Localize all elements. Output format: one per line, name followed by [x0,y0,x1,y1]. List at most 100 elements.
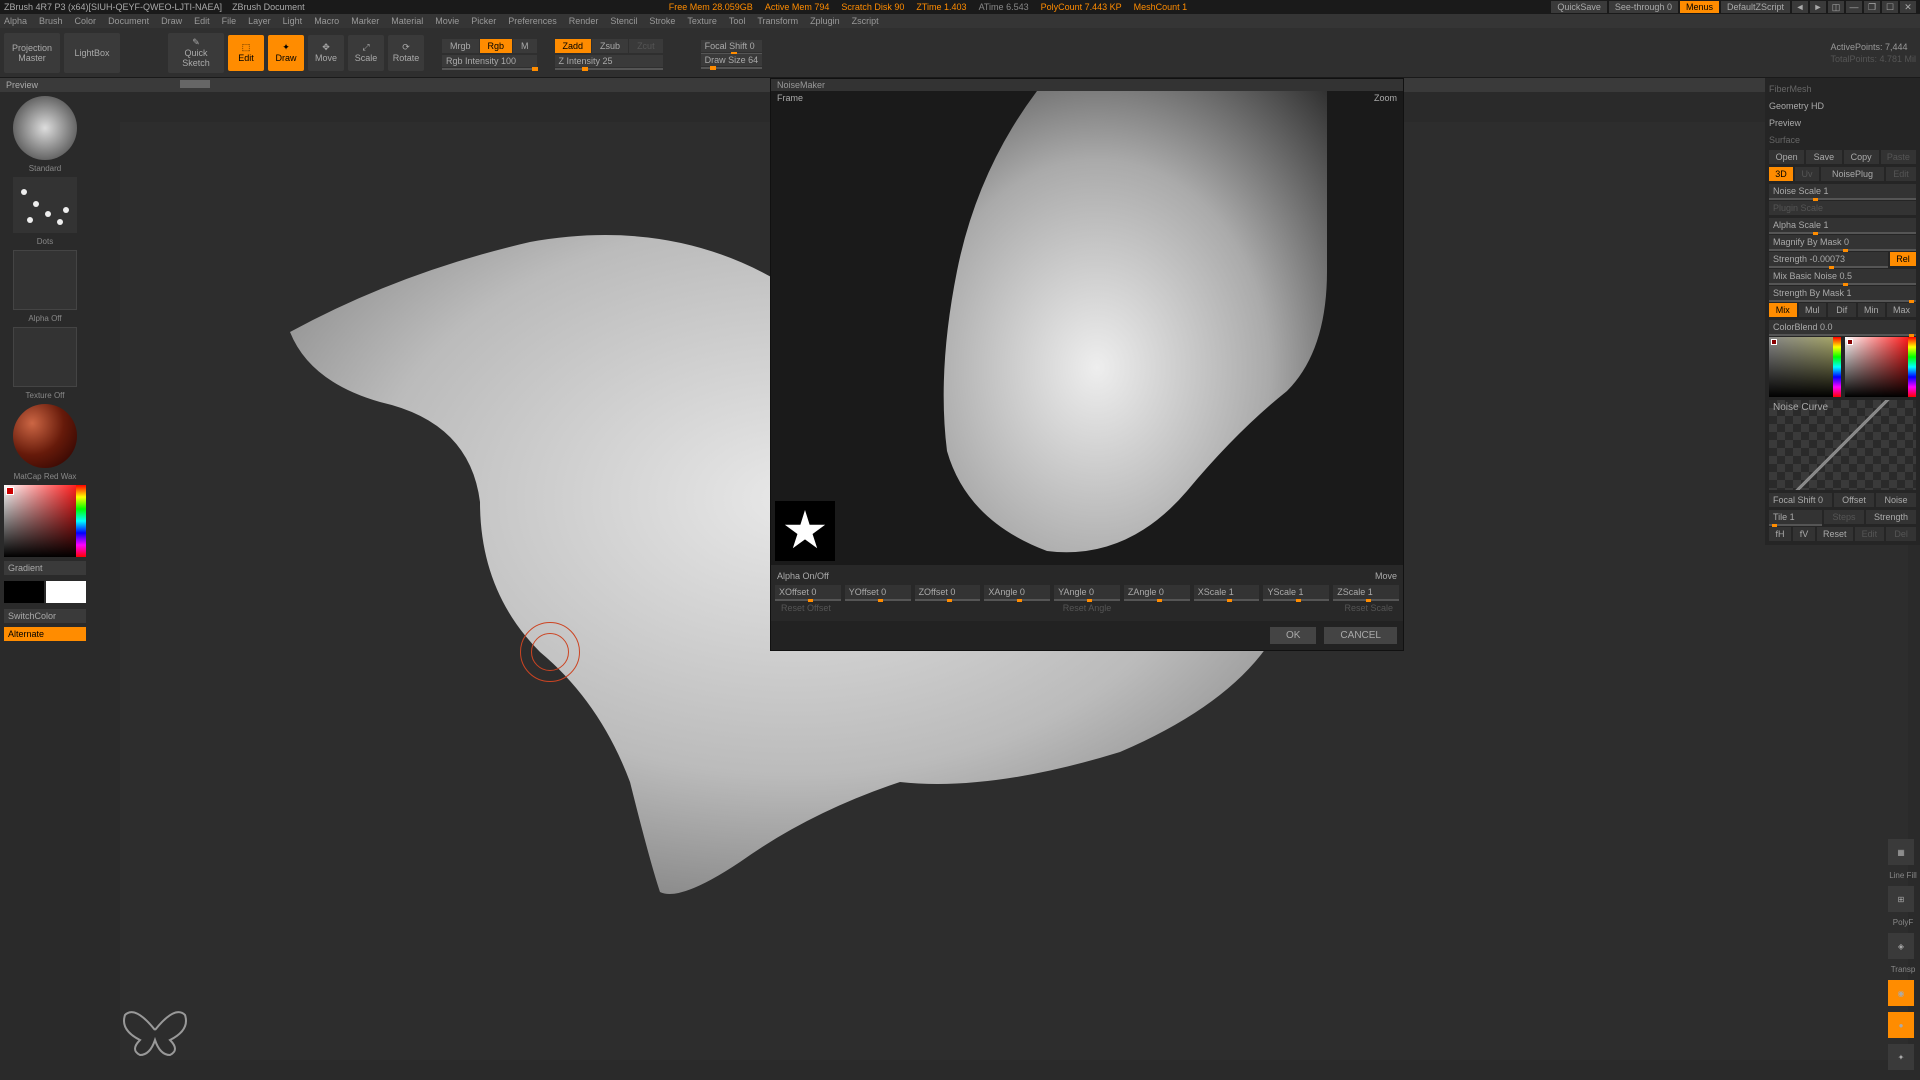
m-button[interactable]: M [513,39,537,53]
close-icon[interactable]: ✕ [1900,1,1916,13]
minimize-icon[interactable]: — [1846,1,1862,13]
menu-zplugin[interactable]: Zplugin [810,16,840,26]
edit-button-2[interactable]: Edit [1855,527,1885,541]
colorblend-slider[interactable]: ColorBlend 0.0 [1769,320,1916,334]
noise-scale-slider[interactable]: Noise Scale 1 [1769,184,1916,198]
draw-mode-button[interactable]: ✦ Draw [268,35,304,71]
color-picker-b[interactable] [1845,337,1917,397]
mix-button[interactable]: Mix [1769,303,1797,317]
tile-slider[interactable]: Tile 1 [1769,510,1822,524]
min-button[interactable]: Min [1858,303,1886,317]
yoffset-slider[interactable]: YOffset 0 [845,585,911,599]
menu-material[interactable]: Material [391,16,423,26]
split-icon[interactable]: ◫ [1828,1,1844,13]
rotate-mode-button[interactable]: ⟳ Rotate [388,35,424,71]
max-button[interactable]: Max [1887,303,1916,317]
gradient-button[interactable]: Gradient [4,561,86,575]
polyf-button[interactable]: ⊞ [1888,886,1914,912]
menu-macro[interactable]: Macro [314,16,339,26]
geometryhd-section[interactable]: Geometry HD [1769,99,1916,113]
steps-button[interactable]: Steps [1824,510,1864,524]
zadd-button[interactable]: Zadd [555,39,592,53]
menu-alpha[interactable]: Alpha [4,16,27,26]
plugin-scale-slider[interactable]: Plugin Scale [1769,201,1916,215]
menu-edit[interactable]: Edit [194,16,210,26]
menu-movie[interactable]: Movie [435,16,459,26]
mrgb-button[interactable]: Mrgb [442,39,479,53]
menu-file[interactable]: File [222,16,237,26]
stroke-thumbnail[interactable] [13,177,77,233]
menu-draw[interactable]: Draw [161,16,182,26]
fh-button[interactable]: fH [1769,527,1791,541]
cancel-button[interactable]: CANCEL [1324,627,1397,644]
xangle-slider[interactable]: XAngle 0 [984,585,1050,599]
ghost-button[interactable]: ◉ [1888,980,1914,1006]
alpha-preview-thumb[interactable] [775,501,835,561]
reset-scale-button[interactable]: Reset Scale [1194,601,1399,615]
menu-transform[interactable]: Transform [757,16,798,26]
alpha-scale-slider[interactable]: Alpha Scale 1 [1769,218,1916,232]
edit-mode-button[interactable]: ⬚ Edit [228,35,264,71]
menu-brush[interactable]: Brush [39,16,63,26]
zcut-button[interactable]: Zcut [629,39,663,53]
xscale-slider[interactable]: XScale 1 [1194,585,1260,599]
reset-angle-button[interactable]: Reset Angle [984,601,1189,615]
menus-button[interactable]: Menus [1680,1,1719,13]
copy-button[interactable]: Copy [1844,150,1879,164]
del-button[interactable]: Del [1886,527,1916,541]
menu-stencil[interactable]: Stencil [610,16,637,26]
reset-button[interactable]: Reset [1817,527,1853,541]
menu-render[interactable]: Render [569,16,599,26]
preview-section[interactable]: Preview [1769,116,1916,130]
rgb-intensity-slider[interactable]: Rgb Intensity 100 [442,55,537,67]
menu-preferences[interactable]: Preferences [508,16,557,26]
material-thumbnail[interactable] [13,404,77,468]
yscale-slider[interactable]: YScale 1 [1263,585,1329,599]
magnify-mask-slider[interactable]: Magnify By Mask 0 [1769,235,1916,249]
save-button[interactable]: Save [1806,150,1841,164]
alpha-thumbnail[interactable] [13,250,77,310]
strength-by-mask-slider[interactable]: Strength By Mask 1 [1769,286,1916,300]
focal-shift-slider[interactable]: Focal Shift 0 [701,40,763,52]
maximize-icon[interactable]: ☐ [1882,1,1898,13]
color-picker-a[interactable] [1769,337,1841,397]
move-mode-button[interactable]: ✥ Move [308,35,344,71]
menu-texture[interactable]: Texture [687,16,717,26]
focal-shift-slider-2[interactable]: Focal Shift 0 [1769,493,1832,507]
transp-button[interactable]: ◈ [1888,933,1914,959]
menu-light[interactable]: Light [283,16,303,26]
projection-master-button[interactable]: Projection Master [4,33,60,73]
edit-button[interactable]: Edit [1886,167,1916,181]
reset-offset-button[interactable]: Reset Offset [775,601,980,615]
menu-picker[interactable]: Picker [471,16,496,26]
defaultscript-button[interactable]: DefaultZScript [1721,1,1790,13]
zscale-slider[interactable]: ZScale 1 [1333,585,1399,599]
strength-button[interactable]: Strength [1866,510,1916,524]
menu-zscript[interactable]: Zscript [852,16,879,26]
ok-button[interactable]: OK [1270,627,1316,644]
noiseplug-button[interactable]: NoisePlug [1821,167,1884,181]
menu-color[interactable]: Color [75,16,97,26]
seethrough-slider[interactable]: See-through 0 [1609,1,1678,13]
noise-button[interactable]: Noise [1876,493,1916,507]
dialog-preview[interactable]: Frame Zoom [771,91,1403,565]
scrollbar-thumb[interactable] [180,80,210,88]
fv-button[interactable]: fV [1793,527,1815,541]
zoffset-slider[interactable]: ZOffset 0 [915,585,981,599]
mul-button[interactable]: Mul [1799,303,1827,317]
quicksave-button[interactable]: QuickSave [1551,1,1607,13]
alpha-onoff-button[interactable]: Alpha On/Off [775,569,831,583]
color-picker[interactable] [4,485,86,557]
menu-stroke[interactable]: Stroke [649,16,675,26]
texture-thumbnail[interactable] [13,327,77,387]
arrow-right-icon[interactable]: ► [1810,1,1826,13]
alternate-button[interactable]: Alternate [4,627,86,641]
surface-section[interactable]: Surface [1769,133,1916,147]
z-intensity-slider[interactable]: Z Intensity 25 [555,55,663,67]
menu-marker[interactable]: Marker [351,16,379,26]
fibermesh-section[interactable]: FiberMesh [1769,82,1916,96]
restore-icon[interactable]: ❐ [1864,1,1880,13]
offset-button[interactable]: Offset [1834,493,1874,507]
menu-document[interactable]: Document [108,16,149,26]
scale-mode-button[interactable]: ⤢ Scale [348,35,384,71]
